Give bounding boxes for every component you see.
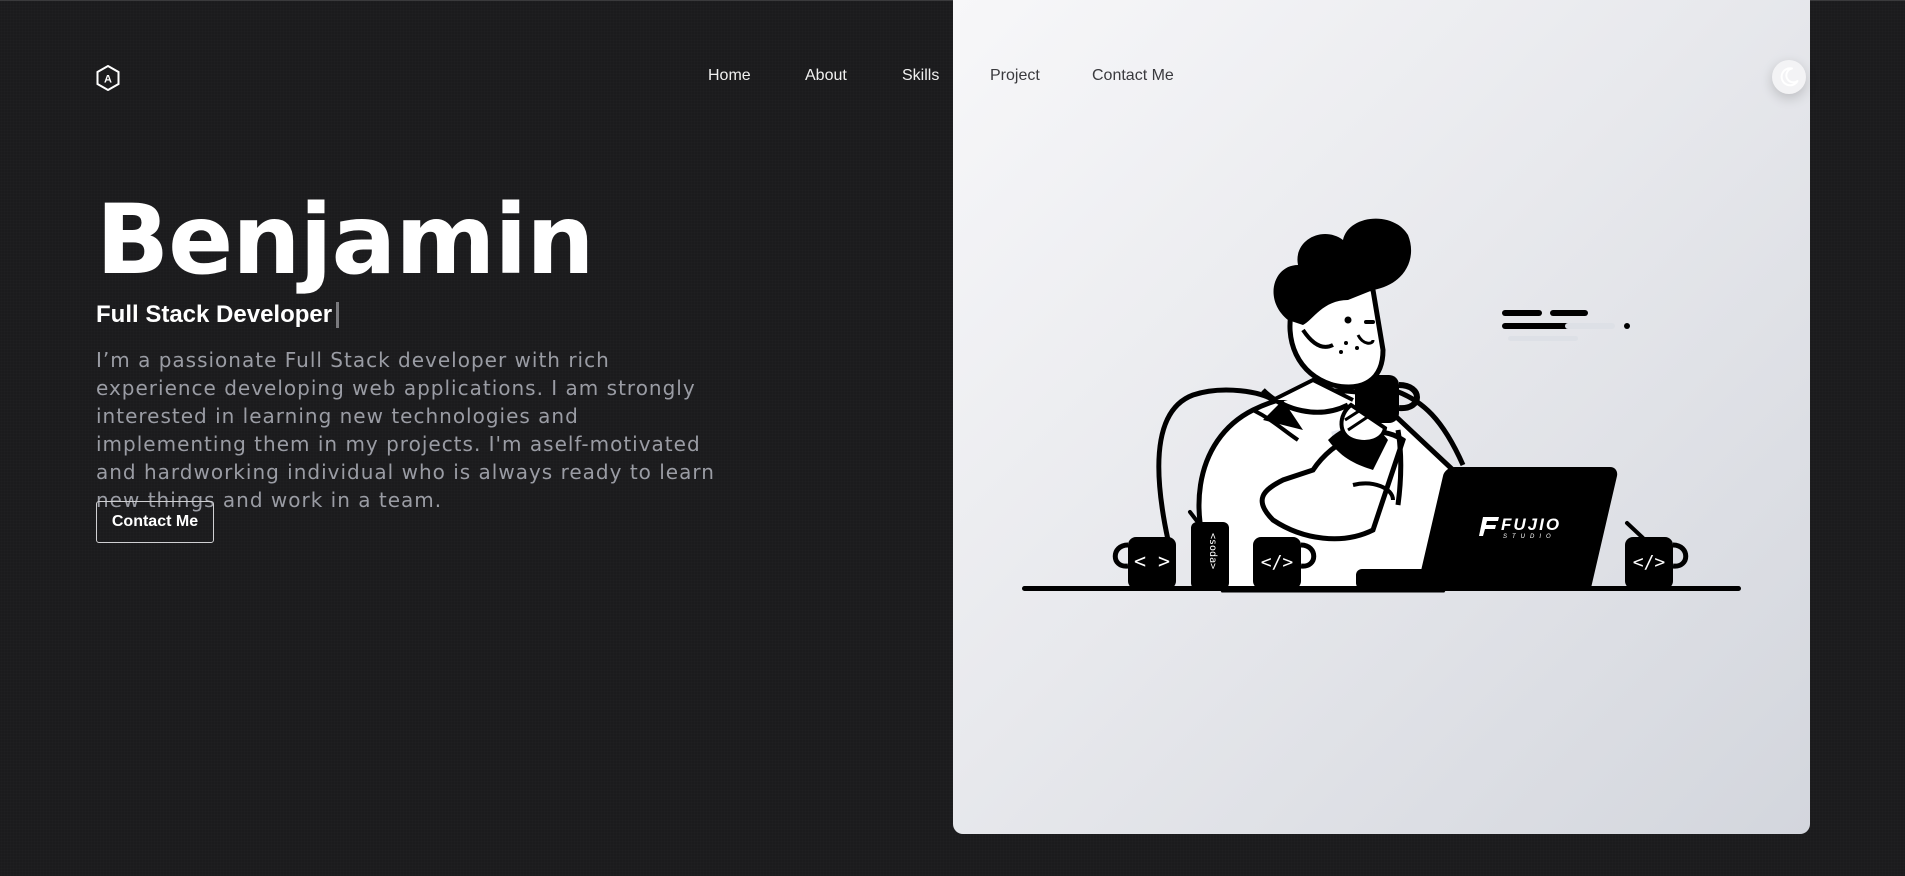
site-logo[interactable]: A: [96, 64, 120, 92]
soda-can-text: <soda>: [1207, 533, 1218, 569]
nav-project[interactable]: Project: [990, 67, 1040, 85]
moon-icon: [1780, 67, 1799, 87]
nav-about[interactable]: About: [805, 67, 847, 85]
theme-toggle-button[interactable]: [1772, 60, 1806, 94]
contact-me-button[interactable]: Contact Me: [96, 501, 214, 543]
nav-contact[interactable]: Contact Me: [1092, 67, 1174, 85]
laptop-brand-text: FUJIO: [1501, 515, 1561, 534]
hexagon-logo-icon: A: [96, 64, 120, 92]
hero-name: Benjamin: [96, 184, 595, 296]
hero-role-text: Full Stack Developer: [96, 301, 333, 328]
hero-role: Full Stack Developer: [96, 300, 340, 330]
hero-illustration-panel: FUJIO STUDIO < > <soda> </> </>: [953, 0, 1810, 834]
mug-right-text: </>: [1633, 552, 1666, 573]
developer-illustration: FUJIO STUDIO < > <soda> </> </>: [1022, 218, 1741, 593]
hero-description: I’m a passionate Full Stack developer wi…: [96, 348, 715, 512]
mug-right: </>: [1625, 521, 1689, 589]
mug-left-text: < >: [1134, 549, 1170, 573]
nav-home[interactable]: Home: [708, 67, 751, 85]
nav-skills[interactable]: Skills: [902, 67, 939, 85]
typing-caret: [336, 302, 340, 328]
mug-middle-text: </>: [1261, 552, 1294, 573]
soda-can: <soda>: [1188, 510, 1229, 589]
logo-letter: A: [104, 74, 112, 86]
mug-left: < >: [1112, 537, 1176, 589]
laptop-subbrand-text: STUDIO: [1503, 534, 1556, 540]
speech-lines-icon: [1502, 310, 1630, 341]
